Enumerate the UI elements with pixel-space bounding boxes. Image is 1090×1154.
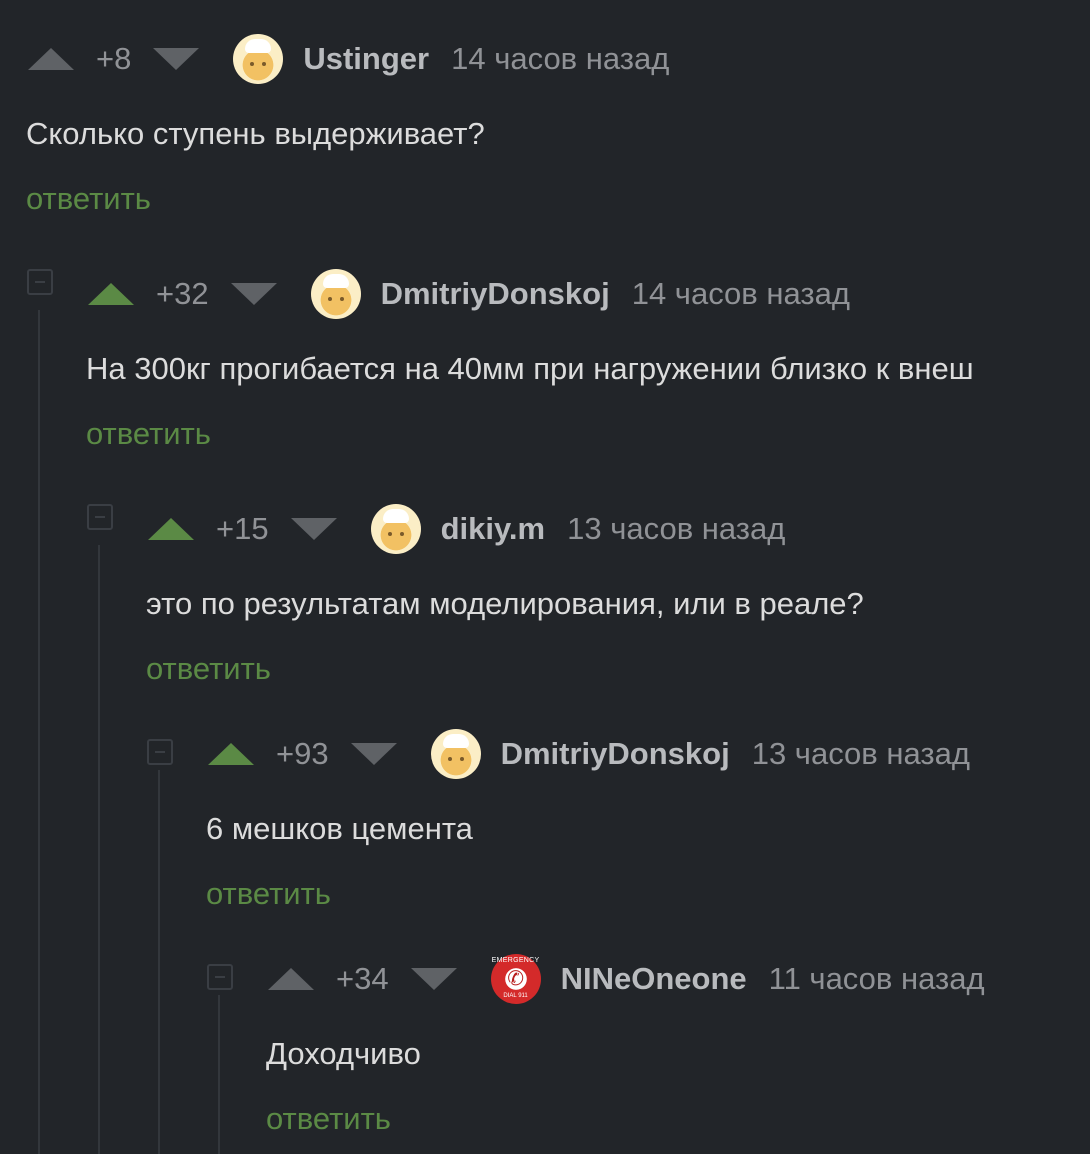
reply-link[interactable]: ответить [146, 651, 271, 687]
avatar[interactable] [310, 269, 361, 319]
thread-line [218, 995, 220, 1154]
avatar[interactable] [430, 729, 481, 779]
comment-rating: +8 [96, 41, 132, 76]
avatar-badge-bottom: DIAL 911 [503, 993, 528, 999]
upvote-icon[interactable] [208, 743, 254, 765]
reply-link[interactable]: ответить [86, 416, 211, 452]
comment-header: +15 dikiy.m 13 часов назад [148, 499, 785, 559]
downvote-icon[interactable] [350, 743, 397, 765]
comment-rating: +34 [336, 961, 389, 996]
comment-text: это по результатам моделирования, или в … [146, 586, 864, 621]
comment-time[interactable]: 14 часов назад [451, 41, 669, 77]
comment-header: +34 EMERGENCY ✆ DIAL 911 NINeOneone 11 ч… [268, 949, 985, 1009]
thread-line [98, 545, 100, 1154]
comment-time[interactable]: 11 часов назад [769, 961, 985, 997]
reply-link[interactable]: ответить [206, 876, 331, 912]
comment-username[interactable]: Ustinger [303, 41, 429, 77]
upvote-icon[interactable] [28, 48, 74, 70]
downvote-icon[interactable] [410, 968, 457, 990]
thread-line [158, 770, 160, 1154]
reply-link[interactable]: ответить [26, 181, 151, 217]
downvote-icon[interactable] [153, 48, 200, 70]
comment-time[interactable]: 13 часов назад [752, 736, 970, 772]
comment-text: Доходчиво [266, 1036, 421, 1071]
collapse-thread-button[interactable] [87, 504, 113, 530]
collapse-thread-button[interactable] [207, 964, 233, 990]
upvote-icon[interactable] [148, 518, 194, 540]
avatar[interactable]: EMERGENCY ✆ DIAL 911 [490, 954, 541, 1004]
comment-text: Сколько ступень выдерживает? [26, 116, 485, 151]
downvote-icon[interactable] [290, 518, 337, 540]
collapse-thread-button[interactable] [147, 739, 173, 765]
comment-time[interactable]: 13 часов назад [567, 511, 785, 547]
downvote-icon[interactable] [230, 283, 277, 305]
upvote-icon[interactable] [268, 968, 314, 990]
comment-header: +32 DmitriyDonskoj 14 часов назад [88, 264, 850, 324]
collapse-thread-button[interactable] [27, 269, 53, 295]
comment-text: На 300кг прогибается на 40мм при нагруже… [86, 351, 974, 386]
comment-rating: +32 [156, 276, 209, 311]
avatar-badge-top: EMERGENCY [491, 957, 540, 964]
comment-time[interactable]: 14 часов назад [632, 276, 850, 312]
comment-username[interactable]: DmitriyDonskoj [381, 276, 610, 312]
comment-text: 6 мешков цемента [206, 811, 473, 846]
comment-header: +93 DmitriyDonskoj 13 часов назад [208, 724, 970, 784]
avatar[interactable] [233, 34, 284, 84]
reply-link[interactable]: ответить [266, 1101, 391, 1137]
comment-username[interactable]: dikiy.m [441, 511, 546, 547]
phone-icon: ✆ [507, 968, 524, 990]
comment-rating: +15 [216, 511, 269, 546]
upvote-icon[interactable] [88, 283, 134, 305]
comment-username[interactable]: NINeOneone [561, 961, 747, 997]
comment-rating: +93 [276, 736, 329, 771]
comment-username[interactable]: DmitriyDonskoj [501, 736, 730, 772]
comment-header: +8 Ustinger 14 часов назад [28, 29, 669, 89]
avatar[interactable] [370, 504, 421, 554]
thread-line [38, 310, 40, 1154]
